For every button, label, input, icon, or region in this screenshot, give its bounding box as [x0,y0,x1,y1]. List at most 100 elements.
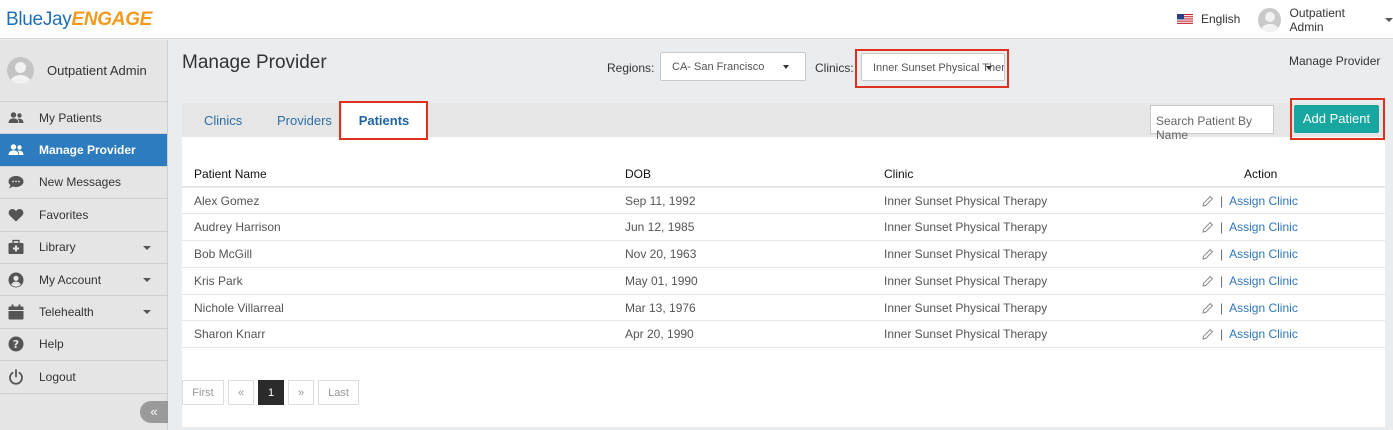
action-separator: | [1220,273,1224,288]
table-row: Nichole Villarreal Mar 13, 1976 Inner Su… [182,294,1385,322]
page-current-button[interactable]: 1 [258,380,284,405]
top-bar: BlueJayENGAGE English Outpatient Admin [0,0,1393,39]
collapse-sidebar-button[interactable]: « [140,401,168,423]
language-selector[interactable]: English [1177,11,1240,27]
patient-clinic: Inner Sunset Physical Therapy [872,240,1172,268]
breadcrumb: Manage Provider [1289,54,1381,68]
question-icon: ? [8,336,24,352]
sidebar-item-my-patients[interactable]: My Patients [0,102,167,135]
brand-name-part1: BlueJay [6,9,72,30]
patient-dob: May 01, 1990 [613,267,872,295]
page-last-button[interactable]: Last [318,380,359,405]
patient-clinic: Inner Sunset Physical Therapy [872,213,1172,242]
pencil-icon[interactable] [1202,248,1214,260]
svg-text:?: ? [13,338,19,351]
column-header-patient-name[interactable]: Patient Name [182,161,613,188]
patient-clinic: Inner Sunset Physical Therapy [872,187,1172,215]
sidebar-item-library[interactable]: Library [0,232,167,264]
patient-name: Sharon Knarr [182,320,613,349]
column-header-clinic[interactable]: Clinic [872,161,1172,188]
patients-table: Patient Name DOB Clinic Action Alex Gome… [182,161,1385,349]
user-name: Outpatient Admin [1289,6,1345,34]
patient-clinic: Inner Sunset Physical Therapy [872,267,1172,295]
regions-dropdown[interactable]: CA- San Francisco [660,52,806,81]
action-separator: | [1220,327,1224,342]
sidebar-user-name: Outpatient Admin [47,63,147,78]
patient-dob: Sep 11, 1992 [613,187,872,215]
table-row: Kris Park May 01, 1990 Inner Sunset Phys… [182,267,1385,295]
clinics-highlight-box [855,49,1009,88]
patient-dob: Nov 20, 1963 [613,240,872,268]
pagination: First « 1 » Last [182,380,363,405]
patient-name: Kris Park [182,267,613,295]
sidebar-item-label: Telehealth [39,305,94,320]
language-label: English [1201,12,1241,26]
patient-name: Bob McGill [182,240,613,268]
us-flag-icon [1177,13,1193,25]
patient-clinic: Inner Sunset Physical Therapy [872,294,1172,322]
search-input[interactable]: Search Patient By Name [1150,105,1274,142]
pencil-icon[interactable] [1202,275,1214,287]
table-header-row: Patient Name DOB Clinic Action [182,161,1385,188]
regions-value: CA- San Francisco [672,61,765,73]
assign-clinic-link[interactable]: Assign Clinic [1229,301,1298,315]
clinics-label: Clinics: [815,61,854,75]
assign-clinic-link[interactable]: Assign Clinic [1229,220,1298,234]
patient-name: Alex Gomez [182,187,613,215]
action-separator: | [1220,220,1224,235]
sidebar-item-label: Favorites [39,207,89,222]
brand-logo[interactable]: BlueJayENGAGE [6,9,152,31]
brand-name-part2: ENGAGE [71,9,153,30]
sidebar-item-label: Library [39,240,76,255]
sidebar-user: Outpatient Admin [0,40,167,102]
page-next-button[interactable]: » [288,380,314,405]
action-separator: | [1220,246,1224,261]
sidebar-item-telehealth[interactable]: Telehealth [0,296,167,329]
patient-name: Audrey Harrison [182,213,613,242]
pencil-icon[interactable] [1202,221,1214,233]
table-row: Bob McGill Nov 20, 1963 Inner Sunset Phy… [182,240,1385,268]
user-circle-icon [8,272,24,288]
column-header-dob[interactable]: DOB [613,161,872,188]
users-icon [8,110,24,126]
assign-clinic-link[interactable]: Assign Clinic [1229,274,1298,288]
patients-tab-highlight-box [339,101,428,140]
tab-clinics[interactable]: Clinics [204,113,242,128]
sidebar-item-label: Manage Provider [39,143,136,158]
avatar [7,57,34,84]
table-row: Sharon Knarr Apr 20, 1990 Inner Sunset P… [182,320,1385,349]
sidebar-item-label: New Messages [39,175,122,190]
pencil-icon[interactable] [1202,328,1214,341]
page-first-button[interactable]: First [182,380,224,405]
sidebar-item-label: My Account [39,272,102,287]
chevron-down-icon [143,245,151,250]
sidebar-item-new-messages[interactable]: New Messages [0,167,167,200]
patient-name: Nichole Villarreal [182,294,613,322]
sidebar-item-manage-provider[interactable]: Manage Provider [0,134,167,167]
pencil-icon[interactable] [1202,302,1214,314]
power-icon [8,368,24,385]
avatar [1258,8,1281,32]
sidebar-item-favorites[interactable]: Favorites [0,199,167,232]
page-title: Manage Provider [182,52,327,73]
chevron-down-icon [143,277,151,282]
tab-providers[interactable]: Providers [277,113,332,128]
patient-dob: Mar 13, 1976 [613,294,872,322]
page-prev-button[interactable]: « [228,380,254,405]
patient-clinic: Inner Sunset Physical Therapy [872,320,1172,349]
assign-clinic-link[interactable]: Assign Clinic [1229,327,1298,341]
user-menu[interactable]: Outpatient Admin [1258,6,1393,34]
sidebar-item-label: Logout [39,369,76,384]
action-separator: | [1220,300,1224,315]
sidebar-item-logout[interactable]: Logout [0,361,167,394]
users-icon [8,142,24,158]
pencil-icon[interactable] [1202,195,1214,207]
add-patient-highlight-box [1290,98,1385,140]
chevron-down-icon [1385,18,1393,22]
sidebar-item-my-account[interactable]: My Account [0,264,167,297]
sidebar-item-label: My Patients [39,110,102,125]
assign-clinic-link[interactable]: Assign Clinic [1229,247,1298,261]
sidebar-item-help[interactable]: ? Help [0,329,167,362]
table-row: Audrey Harrison Jun 12, 1985 Inner Sunse… [182,213,1385,242]
assign-clinic-link[interactable]: Assign Clinic [1229,194,1298,208]
